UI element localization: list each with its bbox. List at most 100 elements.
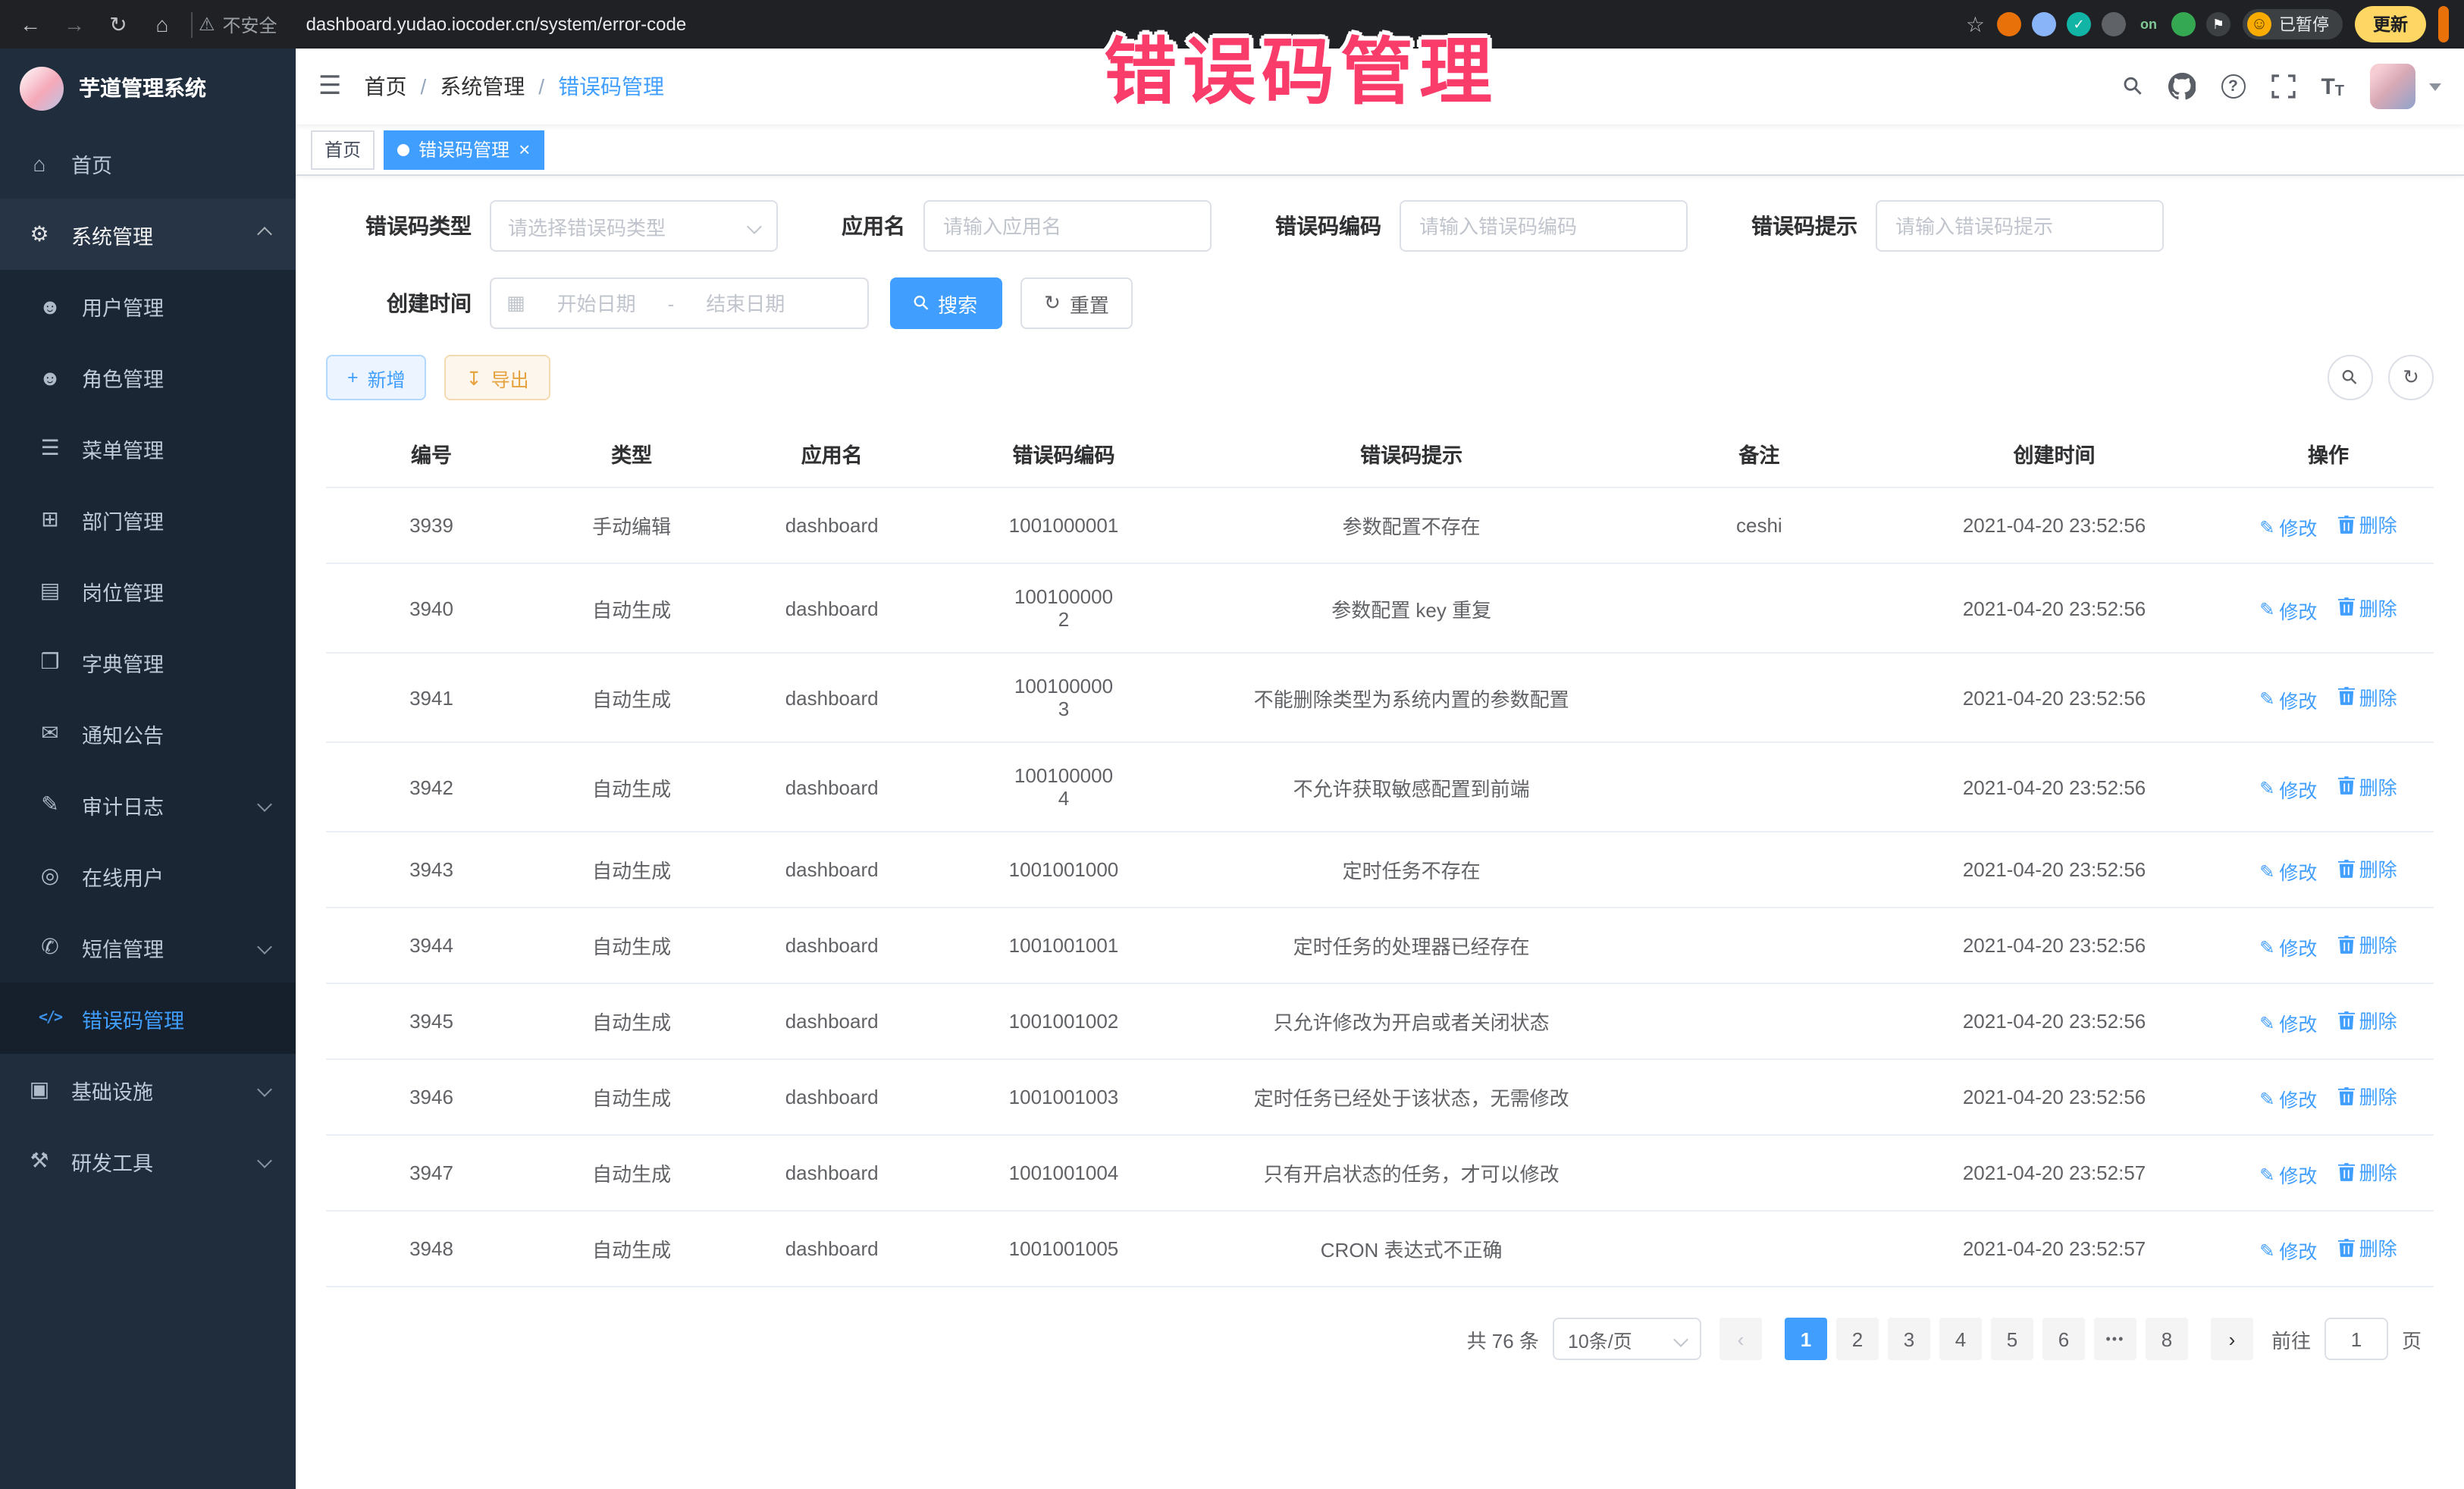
- fullscreen-icon[interactable]: [2271, 74, 2295, 99]
- reload-icon[interactable]: ↻: [103, 11, 133, 37]
- edit-link[interactable]: ✎修改: [2259, 1160, 2317, 1189]
- page-button-4[interactable]: 4: [1939, 1318, 1982, 1360]
- delete-link[interactable]: 删除: [2338, 592, 2397, 621]
- bookmark-star-icon[interactable]: ☆: [1966, 11, 1985, 37]
- cell-code: 1001000001: [937, 487, 1190, 563]
- sidebar-item-notice-announcement[interactable]: ✉ 通知公告: [0, 697, 296, 769]
- delete-link[interactable]: 删除: [2338, 1081, 2397, 1110]
- extension-icon-6[interactable]: [2171, 12, 2196, 36]
- edit-link[interactable]: ✎修改: [2259, 933, 2317, 961]
- app-name-input[interactable]: [923, 200, 1212, 252]
- extension-icon-5[interactable]: on: [2136, 12, 2161, 36]
- sidebar-item-sms-management[interactable]: ✆ 短信管理: [0, 911, 296, 983]
- prev-page-button[interactable]: ‹: [1719, 1318, 1762, 1360]
- user-avatar[interactable]: [2370, 64, 2415, 109]
- page-button-1[interactable]: 1: [1785, 1318, 1827, 1360]
- edit-icon: ✎: [2259, 1088, 2274, 1109]
- delete-link[interactable]: 删除: [2338, 929, 2397, 958]
- cell-msg: 不能删除类型为系统内置的参数配置: [1190, 653, 1633, 742]
- next-page-button[interactable]: ›: [2211, 1318, 2253, 1360]
- error-type-select[interactable]: 请选择错误码类型: [490, 200, 778, 252]
- sidebar-item-menu-management[interactable]: ☰ 菜单管理: [0, 412, 296, 484]
- update-button[interactable]: 更新: [2355, 6, 2426, 42]
- edit-link[interactable]: ✎修改: [2259, 1236, 2317, 1265]
- create-time-range-picker[interactable]: ▦ -: [490, 277, 869, 329]
- error-msg-input[interactable]: [1876, 200, 2164, 252]
- page-size-select[interactable]: 10条/页: [1553, 1318, 1701, 1360]
- sidebar-item-system-management[interactable]: ⚙ 系统管理: [0, 199, 296, 270]
- sidebar-item-post-management[interactable]: ▤ 岗位管理: [0, 555, 296, 626]
- table-row: 3948 自动生成 dashboard 1001001005 CRON 表达式不…: [326, 1211, 2434, 1287]
- edit-icon: ✎: [2259, 1164, 2274, 1185]
- column-header-app: 应用名: [726, 420, 937, 487]
- extension-icon-3[interactable]: ✓: [2067, 12, 2091, 36]
- address-bar[interactable]: dashboard.yudao.iocoder.cn/system/error-…: [306, 14, 1952, 35]
- page-button-5[interactable]: 5: [1991, 1318, 2033, 1360]
- cell-remark: [1633, 983, 1886, 1059]
- page-ellipsis[interactable]: •••: [2094, 1318, 2136, 1360]
- tab-error-code[interactable]: 错误码管理 ×: [384, 130, 544, 169]
- cell-actions: ✎修改 删除: [2223, 1059, 2434, 1135]
- sidebar-item-dev-tools[interactable]: ⚒ 研发工具: [0, 1125, 296, 1196]
- chevron-down-icon[interactable]: [2429, 83, 2441, 90]
- edit-link[interactable]: ✎修改: [2259, 774, 2317, 803]
- delete-link[interactable]: 删除: [2338, 771, 2397, 800]
- page-button-8[interactable]: 8: [2146, 1318, 2188, 1360]
- security-indicator[interactable]: ⚠ 不安全: [191, 11, 293, 37]
- sidebar-item-dict-management[interactable]: ❒ 字典管理: [0, 626, 296, 697]
- end-date-input[interactable]: [683, 292, 807, 315]
- tab-home[interactable]: 首页: [311, 130, 375, 169]
- close-icon[interactable]: ×: [519, 139, 530, 159]
- start-date-input[interactable]: [534, 292, 659, 315]
- font-size-icon[interactable]: TT: [2321, 74, 2344, 99]
- sidebar-item-error-code-management[interactable]: </> 错误码管理: [0, 983, 296, 1054]
- error-code-input[interactable]: [1400, 200, 1688, 252]
- page-button-2[interactable]: 2: [1836, 1318, 1879, 1360]
- edit-link[interactable]: ✎修改: [2259, 1084, 2317, 1113]
- edit-link[interactable]: ✎修改: [2259, 685, 2317, 713]
- search-icon[interactable]: ⚲: [2124, 71, 2142, 102]
- github-icon[interactable]: [2168, 73, 2195, 100]
- edit-link[interactable]: ✎修改: [2259, 857, 2317, 886]
- edit-link[interactable]: ✎修改: [2259, 1008, 2317, 1037]
- forward-icon[interactable]: →: [59, 12, 89, 36]
- home-icon[interactable]: ⌂: [147, 12, 177, 36]
- back-icon[interactable]: ←: [15, 12, 45, 36]
- sidebar-collapse-icon[interactable]: ☰: [318, 71, 342, 102]
- sidebar-item-infrastructure[interactable]: ▣ 基础设施: [0, 1054, 296, 1125]
- delete-link[interactable]: 删除: [2338, 1005, 2397, 1034]
- delete-link[interactable]: 删除: [2338, 682, 2397, 710]
- edit-link[interactable]: ✎修改: [2259, 513, 2317, 541]
- extension-icon-2[interactable]: [2032, 12, 2056, 36]
- delete-link[interactable]: 删除: [2338, 854, 2397, 882]
- extension-icon-4[interactable]: [2102, 12, 2126, 36]
- show-search-button[interactable]: ⚲: [2328, 355, 2373, 400]
- cell-id: 3942: [326, 742, 537, 832]
- sidebar-item-role-management[interactable]: ☻ 角色管理: [0, 341, 296, 412]
- sidebar-item-audit-log[interactable]: ✎ 审计日志: [0, 769, 296, 840]
- page-button-3[interactable]: 3: [1888, 1318, 1930, 1360]
- page-button-6[interactable]: 6: [2042, 1318, 2085, 1360]
- help-icon[interactable]: ?: [2221, 74, 2245, 99]
- search-button[interactable]: ⚲ 搜索: [890, 277, 1002, 329]
- breadcrumb-system[interactable]: 系统管理: [440, 71, 525, 102]
- sidebar-item-user-management[interactable]: ☻ 用户管理: [0, 270, 296, 341]
- user-icon: ☻: [36, 293, 64, 318]
- sidebar-item-online-user[interactable]: ◎ 在线用户: [0, 840, 296, 911]
- goto-page-input[interactable]: [2324, 1318, 2388, 1360]
- edit-link[interactable]: ✎修改: [2259, 595, 2317, 624]
- profile-chip[interactable]: ☺ 已暂停: [2243, 9, 2343, 39]
- cell-code: 1001000004: [937, 742, 1190, 832]
- sidebar-item-dept-management[interactable]: ⊞ 部门管理: [0, 484, 296, 555]
- extension-icon-1[interactable]: [1997, 12, 2021, 36]
- delete-link[interactable]: 删除: [2338, 1157, 2397, 1186]
- sidebar-item-home[interactable]: ⌂ 首页: [0, 127, 296, 199]
- export-button[interactable]: ↧ 导出: [445, 355, 550, 400]
- reset-button[interactable]: ↻ 重置: [1020, 277, 1133, 329]
- extension-icon-7[interactable]: ⚑: [2206, 12, 2230, 36]
- add-button[interactable]: + 新增: [326, 355, 427, 400]
- delete-link[interactable]: 删除: [2338, 509, 2397, 538]
- delete-link[interactable]: 删除: [2338, 1233, 2397, 1262]
- refresh-button[interactable]: ↻: [2388, 355, 2434, 400]
- breadcrumb-home[interactable]: 首页: [365, 71, 407, 102]
